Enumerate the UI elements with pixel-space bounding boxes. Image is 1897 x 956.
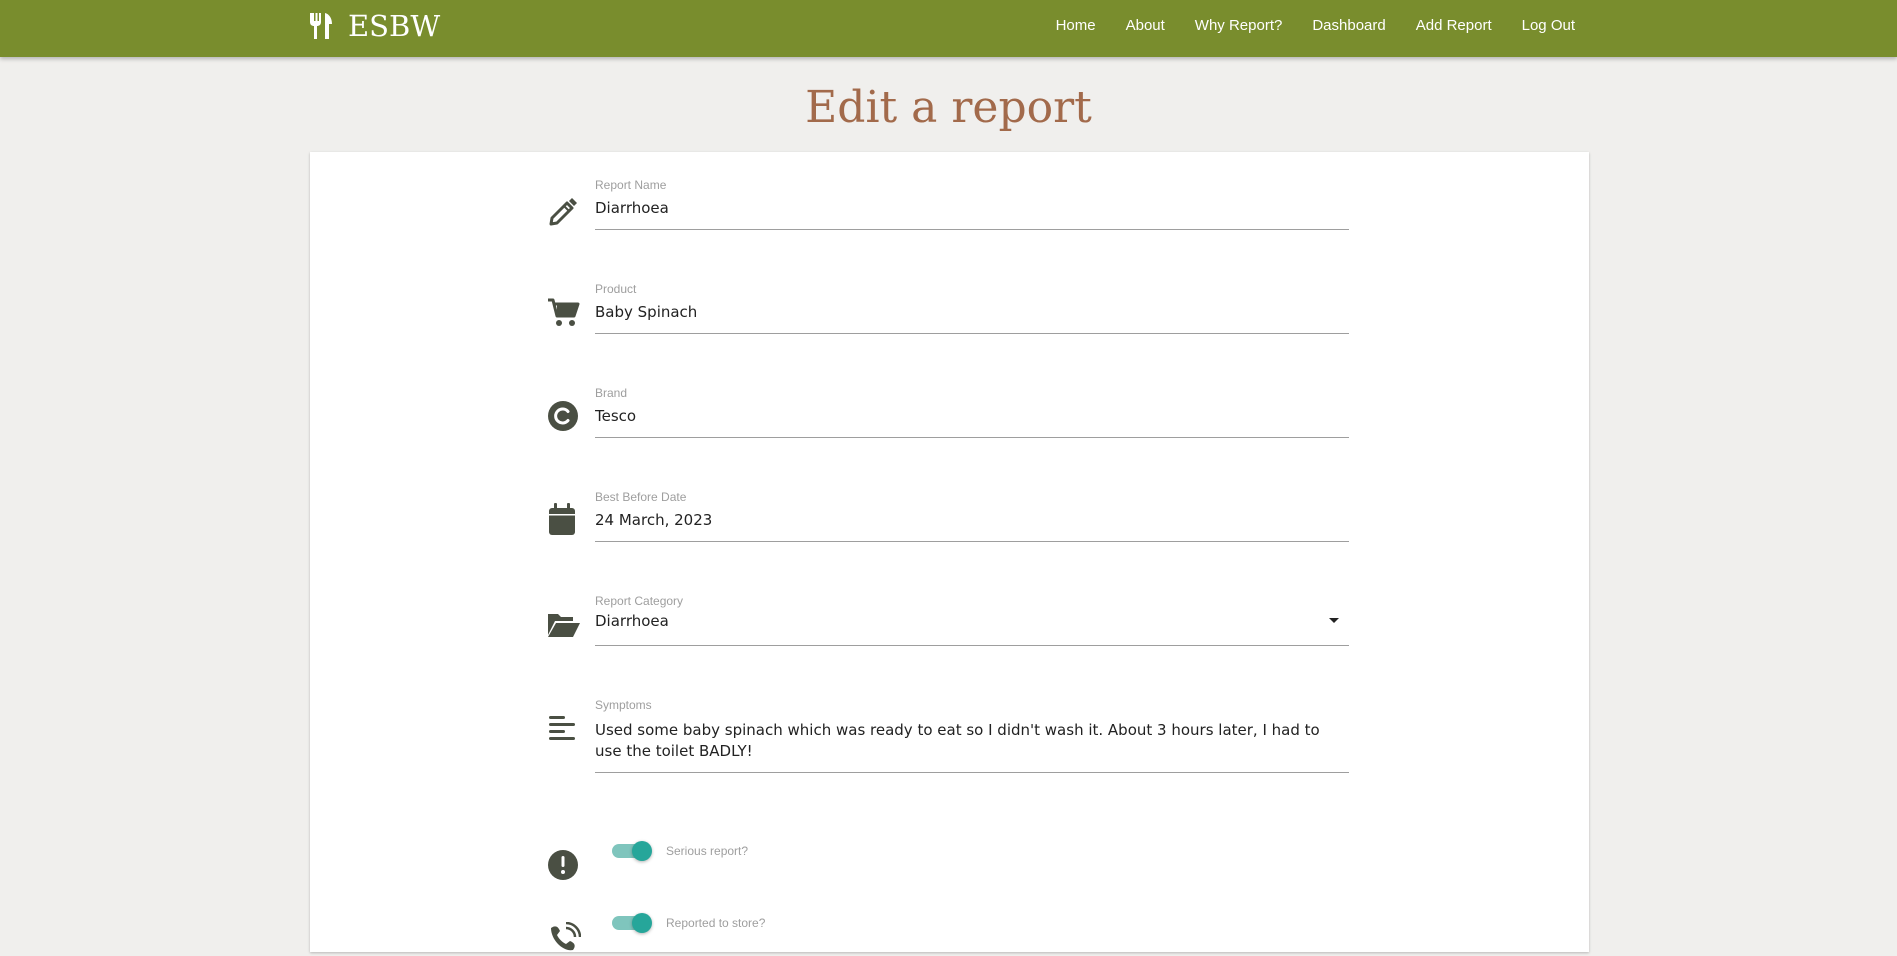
nav-add-report[interactable]: Add Report <box>1416 17 1492 34</box>
brand-label: Brand <box>595 386 628 400</box>
reported-store-label: Reported to store? <box>666 916 766 930</box>
best-before-label: Best Before Date <box>595 490 687 504</box>
toggle-knob <box>632 841 652 861</box>
report-category-field: Report Category Diarrhoea <box>310 594 1589 664</box>
brand-name: ESBW <box>348 9 441 43</box>
navbar: ESBW Home About Why Report? Dashboard Ad… <box>0 0 1897 57</box>
serious-report-toggle[interactable] <box>612 841 652 861</box>
cart-icon <box>548 298 580 326</box>
reported-store-toggle[interactable] <box>612 913 652 933</box>
nav-home[interactable]: Home <box>1056 17 1096 34</box>
brand-field: Brand <box>310 386 1589 456</box>
serious-report-row: Serious report? <box>310 840 1589 880</box>
report-name-label: Report Name <box>595 178 667 192</box>
best-before-field: Best Before Date <box>310 490 1589 560</box>
best-before-input[interactable] <box>595 508 1349 542</box>
brand-logo[interactable]: ESBW <box>308 8 440 44</box>
page-title: Edit a report <box>805 82 1092 133</box>
edit-report-form: Report Name Product Brand Best Before Da… <box>310 152 1589 952</box>
nav-why-report[interactable]: Why Report? <box>1195 17 1283 34</box>
calendar-icon <box>549 503 575 535</box>
toggle-knob <box>632 913 652 933</box>
symptoms-textarea[interactable]: Used some baby spinach which was ready t… <box>595 720 1349 773</box>
align-left-icon <box>549 716 575 740</box>
nav-links: Home About Why Report? Dashboard Add Rep… <box>1026 0 1575 50</box>
nav-log-out[interactable]: Log Out <box>1522 17 1575 34</box>
report-name-field: Report Name <box>310 178 1589 248</box>
report-category-label: Report Category <box>595 594 684 608</box>
product-label: Product <box>595 282 637 296</box>
copyright-icon <box>548 401 578 431</box>
serious-report-label: Serious report? <box>666 844 749 858</box>
symptoms-label: Symptoms <box>595 698 652 712</box>
product-input[interactable] <box>595 300 1349 334</box>
report-category-value: Diarrhoea <box>595 612 669 630</box>
report-category-select[interactable]: Diarrhoea <box>595 612 1349 646</box>
caret-down-icon <box>1329 618 1339 623</box>
pencil-icon <box>549 198 577 226</box>
nav-dashboard[interactable]: Dashboard <box>1312 17 1385 34</box>
nav-about[interactable]: About <box>1126 17 1165 34</box>
phone-volume-icon <box>551 922 581 951</box>
symptoms-field: Symptoms Used some baby spinach which wa… <box>310 698 1589 798</box>
product-field: Product <box>310 282 1589 352</box>
reported-store-row: Reported to store? <box>310 912 1589 952</box>
report-name-input[interactable] <box>595 196 1349 230</box>
fork-knife-icon <box>310 13 332 39</box>
exclamation-circle-icon <box>548 850 578 880</box>
brand-input[interactable] <box>595 404 1349 438</box>
folder-open-icon <box>548 614 580 637</box>
